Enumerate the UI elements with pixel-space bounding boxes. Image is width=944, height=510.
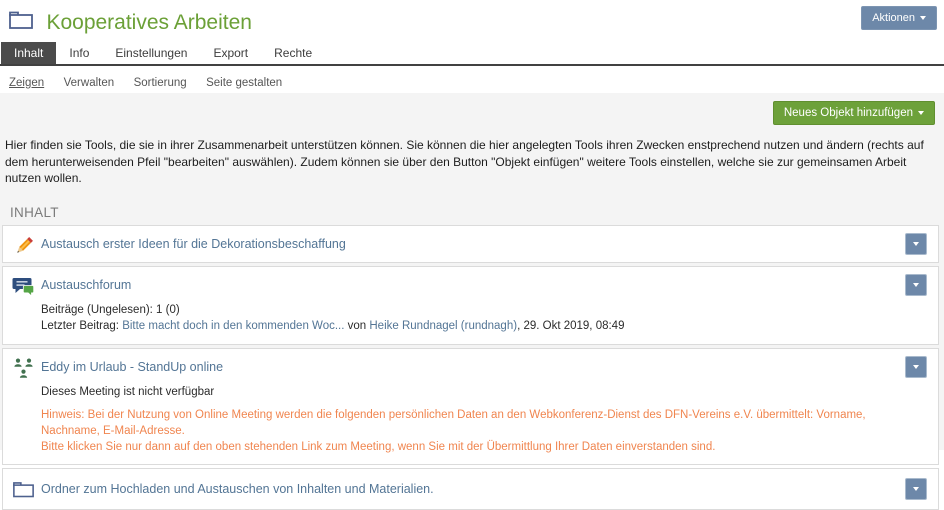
sub-nav: Zeigen Verwalten Sortierung Seite gestal… (0, 66, 944, 93)
list-item: Ordner zum Hochladen und Austauschen von… (2, 468, 939, 510)
meeting-status: Dieses Meeting ist nicht verfügbar (41, 386, 894, 398)
caret-down-icon (920, 16, 926, 20)
item-title-link[interactable]: Ordner zum Hochladen und Austauschen von… (41, 482, 434, 496)
toolbar: Neues Objekt hinzufügen (0, 99, 944, 133)
last-post-label: Letzter Beitrag: (41, 320, 119, 332)
tab-rechte[interactable]: Rechte (261, 41, 325, 64)
privacy-warning-line2: Bitte klicken Sie nur dann auf den oben … (41, 439, 894, 455)
list-item: Austausch erster Ideen für die Dekoratio… (2, 225, 939, 263)
item-actions-dropdown[interactable] (905, 233, 927, 255)
page-header: Kooperatives Arbeiten Aktionen (0, 0, 944, 42)
subnav-sortierung[interactable]: Sortierung (134, 77, 187, 89)
section-header-inhalt: INHALT (0, 197, 944, 225)
pencil-icon (12, 234, 36, 263)
von-label: von (348, 320, 367, 332)
item-actions-dropdown[interactable] (905, 478, 927, 500)
item-actions-dropdown[interactable] (905, 274, 927, 296)
folder-icon (12, 479, 35, 505)
last-post-date: , 29. Okt 2019, 08:49 (517, 320, 624, 332)
tab-einstellungen[interactable]: Einstellungen (102, 41, 200, 64)
page-title: Kooperatives Arbeiten (46, 11, 251, 35)
caret-down-icon (913, 283, 919, 287)
privacy-warning-line1: Hinweis: Bei der Nutzung von Online Meet… (41, 407, 894, 439)
list-item: Austauschforum Beiträge (Ungelesen): 1 (… (2, 266, 939, 345)
caret-down-icon (918, 111, 924, 115)
subnav-verwalten[interactable]: Verwalten (64, 77, 115, 89)
tab-export[interactable]: Export (200, 41, 261, 64)
main-content: Neues Objekt hinzufügen Hier finden sie … (0, 93, 944, 450)
last-post-line: Letzter Beitrag: Bitte macht doch in den… (41, 318, 894, 335)
tab-bar: Inhalt Info Einstellungen Export Rechte (0, 42, 944, 66)
forum-icon (12, 275, 36, 304)
page: Kooperatives Arbeiten Aktionen Inhalt In… (0, 0, 944, 450)
subnav-zeigen[interactable]: Zeigen (9, 77, 44, 89)
caret-down-icon (913, 365, 919, 369)
page-description: Hier finden sie Tools, die sie in ihrer … (0, 133, 944, 197)
caret-down-icon (913, 242, 919, 246)
add-object-button[interactable]: Neues Objekt hinzufügen (773, 101, 935, 125)
caret-down-icon (913, 487, 919, 491)
tab-inhalt[interactable]: Inhalt (1, 41, 56, 64)
list-item: Eddy im Urlaub - StandUp online Dieses M… (2, 348, 939, 465)
posts-count: Beiträge (Ungelesen): 1 (0) (41, 302, 894, 319)
folder-icon (8, 8, 34, 37)
actions-button[interactable]: Aktionen (861, 6, 937, 30)
item-title-link[interactable]: Austausch erster Ideen für die Dekoratio… (41, 237, 346, 251)
privacy-warning: Hinweis: Bei der Nutzung von Online Meet… (41, 407, 894, 455)
author-link[interactable]: Heike Rundnagel (rundnagh) (369, 320, 517, 332)
item-title-link[interactable]: Eddy im Urlaub - StandUp online (41, 360, 223, 374)
item-properties: Beiträge (Ungelesen): 1 (0) Letzter Beit… (41, 302, 894, 335)
subnav-seite-gestalten[interactable]: Seite gestalten (206, 77, 282, 89)
last-post-link[interactable]: Bitte macht doch in den kommenden Woc... (122, 320, 344, 332)
item-list: Austausch erster Ideen für die Dekoratio… (0, 225, 944, 510)
item-title-link[interactable]: Austauschforum (41, 278, 131, 292)
item-actions-dropdown[interactable] (905, 356, 927, 378)
meeting-icon (12, 357, 36, 386)
tab-info[interactable]: Info (56, 41, 102, 64)
